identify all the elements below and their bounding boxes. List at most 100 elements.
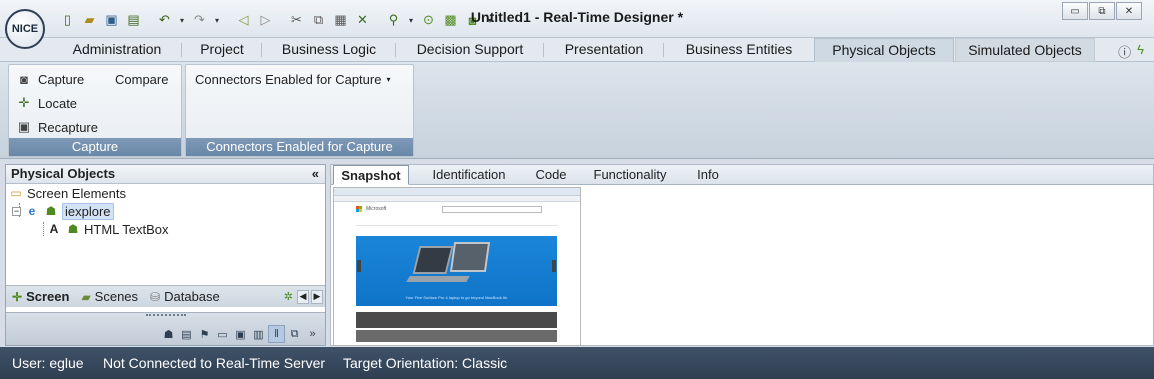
label-tool-icon[interactable]: ▭ xyxy=(214,325,231,343)
tab-code[interactable]: Code xyxy=(527,165,575,185)
tab-simulated-objects[interactable]: Simulated Objects xyxy=(955,38,1095,62)
capture-group: ◙ Capture Compare ✛ Locate ▣ Recapture C… xyxy=(8,64,182,157)
recapture-icon: ▣ xyxy=(17,119,31,134)
group-icon: ☗ xyxy=(45,204,57,218)
run-icon[interactable]: ⊙ xyxy=(419,11,438,30)
folder-icon: ▭ xyxy=(10,186,22,200)
forward-icon[interactable]: ▷ xyxy=(256,11,275,30)
find-icon[interactable]: ⚲ xyxy=(384,11,403,30)
scroll-right-button[interactable]: ▶ xyxy=(311,289,323,304)
status-connection: Not Connected to Real-Time Server xyxy=(103,355,326,371)
carousel-left-icon xyxy=(357,260,361,272)
close-button[interactable]: ✕ xyxy=(1116,2,1142,20)
database-icon: ⛁ xyxy=(150,289,161,304)
group-tool-icon[interactable]: ☗ xyxy=(160,325,177,343)
restore-button[interactable]: ⧉ xyxy=(1089,2,1115,20)
delete-icon[interactable]: ✕ xyxy=(353,11,372,30)
connectors-dropdown[interactable]: Connectors Enabled for Capture ▾ xyxy=(195,69,390,89)
tab-decision-support[interactable]: Decision Support xyxy=(396,38,544,62)
locate-button[interactable]: ✛ Locate xyxy=(15,93,78,113)
status-orientation: Target Orientation: Classic xyxy=(343,355,508,371)
flag-tool-icon[interactable]: ⚑ xyxy=(196,325,213,343)
ie-icon: e xyxy=(28,204,36,218)
site-footer-strip xyxy=(356,330,557,342)
open-icon[interactable]: ▰ xyxy=(80,11,99,30)
details-tabs: Snapshot Identification Code Functionali… xyxy=(331,165,1153,185)
carousel-right-icon xyxy=(552,260,556,272)
screen-tool-icon[interactable]: ▣ xyxy=(232,325,249,343)
undo-icon[interactable]: ↶ xyxy=(155,11,174,30)
tab-business-logic[interactable]: Business Logic xyxy=(262,38,396,62)
pane-header: Physical Objects « xyxy=(6,165,325,184)
save-as-icon[interactable]: ▤ xyxy=(124,11,143,30)
left-pane-tabs: ✛ Screen ▰ Scenes ⛁ Database ✲ ◀ ▶ xyxy=(6,285,325,307)
cut-icon[interactable]: ✂ xyxy=(287,11,306,30)
status-bar: User: eglue Not Connected to Real-Time S… xyxy=(0,347,1154,379)
tab-functionality[interactable]: Functionality xyxy=(583,165,677,185)
new-icon[interactable]: ▯ xyxy=(58,11,77,30)
element-toolbar: ☗ ▤ ⚑ ▭ ▣ ▥ ‖ ⧉ » xyxy=(6,312,325,345)
app-logo[interactable]: NICE xyxy=(5,9,45,49)
hero-caption: Your Five Surface Pro 4 laptop to go bey… xyxy=(405,295,508,300)
copy-icon[interactable]: ⧉ xyxy=(309,11,328,30)
expand-toggle-icon[interactable]: − xyxy=(12,206,21,216)
tree-node-screen-elements[interactable]: ▭ Screen Elements xyxy=(8,184,126,202)
plugin-icon[interactable]: ✲ xyxy=(284,290,293,304)
title-bar: NICE ▯ ▰ ▣ ▤ ↶ ▾ ↷ ▾ ◁ ▷ ✂ ⧉ ▦ ✕ ⚲ ▾ ⊙ ▩… xyxy=(0,0,1154,49)
snapshot-icon[interactable]: ◙ xyxy=(463,11,482,30)
collapse-pane-button[interactable]: « xyxy=(312,165,319,183)
tab-business-entities[interactable]: Business Entities xyxy=(664,38,814,62)
hero-banner: Your Five Surface Pro 4 laptop to go bey… xyxy=(356,236,557,306)
options-icon[interactable]: ϟ xyxy=(1137,42,1144,61)
capture-button[interactable]: ◙ Capture xyxy=(15,69,84,89)
screen-icon: ✛ xyxy=(12,289,23,304)
element-tool-buttons: ☗ ▤ ⚑ ▭ ▣ ▥ ‖ ⧉ » xyxy=(160,325,321,343)
undo-dropdown-icon[interactable]: ▾ xyxy=(177,11,187,30)
debug-icon[interactable]: ▩ xyxy=(441,11,460,30)
redo-dropdown-icon[interactable]: ▾ xyxy=(212,11,222,30)
toolbar-customize-icon[interactable]: ▾ xyxy=(485,11,495,30)
site-nav xyxy=(356,216,558,226)
save-icon[interactable]: ▣ xyxy=(102,11,121,30)
site-link-strip xyxy=(356,312,557,328)
tab-scenes[interactable]: ▰ Scenes xyxy=(75,286,144,308)
tab-identification[interactable]: Identification xyxy=(417,165,521,185)
tab-administration[interactable]: Administration xyxy=(52,38,182,62)
site-search-box xyxy=(442,205,543,213)
toolbar-grip[interactable] xyxy=(146,314,186,317)
tab-physical-objects[interactable]: Physical Objects xyxy=(814,38,954,62)
tab-screen[interactable]: ✛ Screen xyxy=(6,286,75,308)
paste-icon[interactable]: ▦ xyxy=(331,11,350,30)
quick-access-toolbar: ▯ ▰ ▣ ▤ ↶ ▾ ↷ ▾ ◁ ▷ ✂ ⧉ ▦ ✕ ⚲ ▾ ⊙ ▩ ◙ ▾ xyxy=(58,10,495,30)
find-dropdown-icon[interactable]: ▾ xyxy=(406,11,416,30)
group-icon: ☗ xyxy=(67,222,79,236)
help-icon[interactable]: ⓘ xyxy=(1118,42,1131,61)
window-controls: ▭ ⧉ ✕ xyxy=(1062,2,1142,20)
recapture-button[interactable]: ▣ Recapture xyxy=(15,117,98,137)
pane-title: Physical Objects xyxy=(11,166,116,181)
tab-project[interactable]: Project xyxy=(182,38,262,62)
capture-group-caption: Capture xyxy=(9,138,181,156)
chevron-down-icon: ▾ xyxy=(386,74,391,84)
list-tool-icon[interactable]: ▤ xyxy=(178,325,195,343)
text-tool-icon[interactable]: ‖ xyxy=(268,325,285,343)
minimize-button[interactable]: ▭ xyxy=(1062,2,1088,20)
ribbon-right-icons: ⓘ ϟ xyxy=(1118,42,1144,61)
compare-button[interactable]: Compare xyxy=(115,69,168,89)
connectors-group: Connectors Enabled for Capture ▾ Connect… xyxy=(185,64,414,157)
window-tool-icon[interactable]: ⧉ xyxy=(286,325,303,343)
scroll-left-button[interactable]: ◀ xyxy=(297,289,309,304)
overflow-tool-icon[interactable]: » xyxy=(304,325,321,343)
tab-snapshot[interactable]: Snapshot xyxy=(333,165,409,185)
redo-icon[interactable]: ↷ xyxy=(190,11,209,30)
tab-info[interactable]: Info xyxy=(685,165,731,185)
tab-presentation[interactable]: Presentation xyxy=(544,38,664,62)
tree-node-html-textbox[interactable]: A ☗ HTML TextBox xyxy=(46,220,169,238)
cube-tool-icon[interactable]: ▥ xyxy=(250,325,267,343)
tree-node-iexplore[interactable]: − e ☗ iexplore xyxy=(12,202,114,220)
object-tree: ▭ Screen Elements − e ☗ iexplore A ☗ HTM… xyxy=(6,184,325,285)
site-header: Microsoft xyxy=(334,202,580,216)
back-icon[interactable]: ◁ xyxy=(234,11,253,30)
ribbon-panel: ◙ Capture Compare ✛ Locate ▣ Recapture C… xyxy=(0,62,1154,159)
tab-database[interactable]: ⛁ Database xyxy=(144,286,226,308)
